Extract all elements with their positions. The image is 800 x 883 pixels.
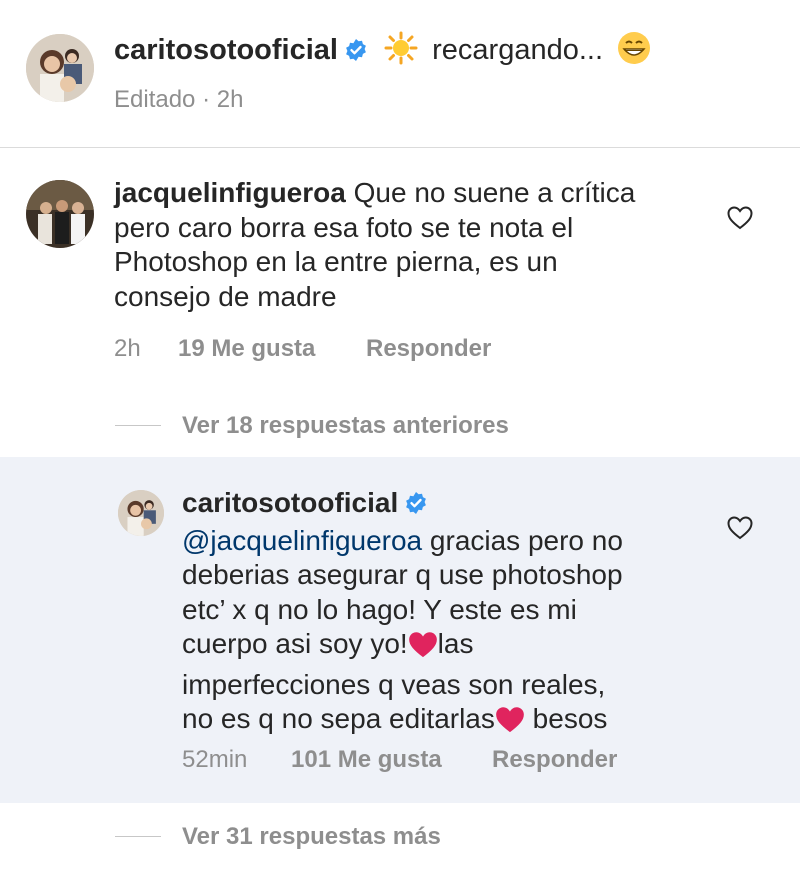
- caption-line: caritosotooficial recargando...: [114, 28, 651, 78]
- verified-badge-icon: [344, 31, 368, 75]
- mention-link[interactable]: @jacquelinfigueroa: [182, 525, 422, 556]
- reply-body: caritosotooficial @jacquelinfigueroa gra…: [182, 486, 702, 743]
- reply-avatar[interactable]: [118, 490, 164, 536]
- replies-line: [115, 425, 161, 426]
- comment-body: jacquelinfigueroa Que no suene a crítica…: [114, 176, 714, 314]
- red-heart-emoji-icon: [495, 706, 525, 743]
- reply-line: besos: [524, 703, 608, 734]
- comment-line: Photoshop en la entre pierna, es un: [114, 246, 558, 277]
- reply-line: etc’ x q no lo hago! Y este es mi: [182, 593, 577, 625]
- comment-avatar[interactable]: [26, 180, 94, 248]
- reply-line: las: [437, 628, 474, 659]
- caption-username[interactable]: caritosotooficial: [114, 34, 338, 66]
- like-heart-icon[interactable]: [727, 206, 753, 235]
- view-previous-replies-button[interactable]: Ver 18 respuestas anteriores: [182, 412, 509, 440]
- grin-emoji-icon: [617, 31, 651, 78]
- reply-button[interactable]: Responder: [366, 335, 491, 363]
- caption-text: recargando...: [432, 34, 604, 66]
- reply-line: imperfecciones q veas son reales,: [182, 668, 606, 700]
- reply-line: cuerpo asi soy yo!: [182, 628, 408, 659]
- comment-username[interactable]: jacquelinfigueroa: [114, 177, 346, 208]
- caption-meta: Editado · 2h: [114, 86, 244, 113]
- comment-line: consejo de madre: [114, 280, 337, 312]
- reply-likes[interactable]: 101 Me gusta: [291, 746, 442, 774]
- comment-time: 2h: [114, 335, 141, 362]
- reply-line: no es q no sepa editarlas: [182, 703, 495, 734]
- sun-emoji-icon: [384, 31, 418, 78]
- reply-username[interactable]: caritosotooficial: [182, 487, 398, 518]
- reply-line: deberias asegurar q use photoshop: [182, 559, 623, 590]
- caption-avatar[interactable]: [26, 34, 94, 102]
- comment-line: Que no suene a crítica: [353, 177, 636, 208]
- reply-time: 52min: [182, 746, 248, 773]
- verified-badge-icon: [404, 489, 428, 524]
- view-more-replies-button[interactable]: Ver 31 respuestas más: [182, 823, 441, 851]
- like-heart-icon[interactable]: [727, 516, 753, 545]
- reply-line: gracias pero no: [422, 524, 623, 556]
- reply-button[interactable]: Responder: [492, 746, 617, 774]
- red-heart-emoji-icon: [408, 631, 438, 668]
- divider: [0, 147, 800, 148]
- replies-line: [115, 836, 161, 837]
- comment-line: pero caro borra esa foto se te nota el: [114, 211, 574, 243]
- comment-likes[interactable]: 19 Me gusta: [178, 335, 315, 363]
